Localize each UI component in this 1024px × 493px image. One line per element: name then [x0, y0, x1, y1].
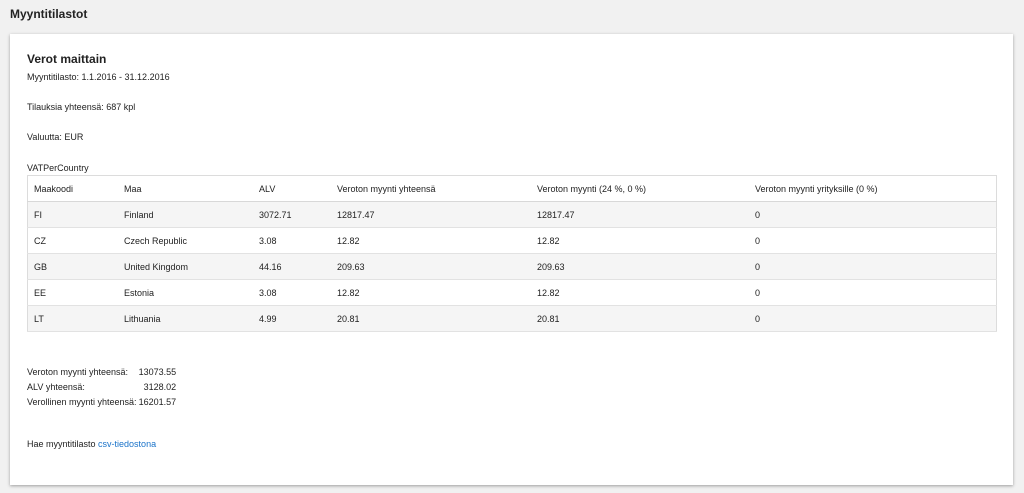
total-gross-sales-row: Verollinen myynti yhteensä: 16201.57: [27, 394, 176, 409]
total-vat-label: ALV yhteensä:: [27, 381, 85, 392]
cell-net-sales-rates: 12.82: [531, 279, 749, 306]
csv-download-line: Hae myyntitilasto csv-tiedostona: [27, 439, 156, 449]
cell-net-sales-business: 0: [749, 305, 997, 332]
cell-net-sales-business: 0: [749, 201, 997, 228]
report-title: Verot maittain: [27, 52, 107, 66]
cell-net-sales-total: 12.82: [331, 279, 531, 306]
cell-country-code: LT: [27, 305, 118, 332]
cell-net-sales-rates: 12.82: [531, 227, 749, 254]
column-header-net-sales-rates: Veroton myynti (24 %, 0 %): [531, 175, 749, 202]
csv-download-link[interactable]: csv-tiedostona: [98, 439, 156, 449]
order-count: Tilauksia yhteensä: 687 kpl: [27, 102, 136, 112]
cell-vat: 3.08: [253, 279, 331, 306]
cell-country-code: CZ: [27, 227, 118, 254]
cell-net-sales-business: 0: [749, 253, 997, 280]
cell-country: United Kingdom: [118, 253, 253, 280]
table-row: CZ Czech Republic 3.08 12.82 12.82 0: [27, 227, 997, 254]
vat-per-country-table: Maakoodi Maa ALV Veroton myynti yhteensä…: [27, 175, 997, 332]
table-row: LT Lithuania 4.99 20.81 20.81 0: [27, 305, 997, 332]
cell-net-sales-total: 12.82: [331, 227, 531, 254]
cell-net-sales-total: 12817.47: [331, 201, 531, 228]
cell-net-sales-rates: 20.81: [531, 305, 749, 332]
total-gross-sales-value: 16201.57: [138, 396, 177, 407]
cell-vat: 44.16: [253, 253, 331, 280]
cell-net-sales-total: 20.81: [331, 305, 531, 332]
total-gross-sales-label: Verollinen myynti yhteensä:: [27, 396, 137, 407]
totals-summary: Veroton myynti yhteensä: 13073.55 ALV yh…: [27, 364, 176, 409]
cell-vat: 3072.71: [253, 201, 331, 228]
csv-download-text: Hae myyntitilasto: [27, 439, 96, 449]
column-header-vat: ALV: [253, 175, 331, 202]
total-net-sales-label: Veroton myynti yhteensä:: [27, 366, 129, 377]
column-header-country-code: Maakoodi: [27, 175, 118, 202]
cell-country: Finland: [118, 201, 253, 228]
total-vat-value: 3128.02: [143, 381, 177, 392]
total-net-sales-row: Veroton myynti yhteensä: 13073.55: [27, 364, 176, 379]
table-row: EE Estonia 3.08 12.82 12.82 0: [27, 279, 997, 306]
cell-country-code: FI: [27, 201, 118, 228]
column-header-net-sales-business: Veroton myynti yrityksille (0 %): [749, 175, 997, 202]
page-header: Myyntitilastot: [0, 0, 1024, 28]
cell-country: Czech Republic: [118, 227, 253, 254]
table-caption: VATPerCountry: [27, 163, 89, 173]
cell-country: Estonia: [118, 279, 253, 306]
table-row: FI Finland 3072.71 12817.47 12817.47 0: [27, 201, 997, 228]
total-vat-row: ALV yhteensä: 3128.02: [27, 379, 176, 394]
cell-net-sales-total: 209.63: [331, 253, 531, 280]
total-net-sales-value: 13073.55: [138, 366, 177, 377]
table-header-row: Maakoodi Maa ALV Veroton myynti yhteensä…: [27, 175, 997, 202]
page-title: Myyntitilastot: [10, 7, 88, 21]
table-row: GB United Kingdom 44.16 209.63 209.63 0: [27, 253, 997, 280]
currency-label: Valuutta: EUR: [27, 132, 84, 142]
cell-net-sales-rates: 12817.47: [531, 201, 749, 228]
cell-vat: 3.08: [253, 227, 331, 254]
column-header-country: Maa: [118, 175, 253, 202]
report-period: Myyntitilasto: 1.1.2016 - 31.12.2016: [27, 72, 170, 82]
report-panel: Verot maittain Myyntitilasto: 1.1.2016 -…: [10, 34, 1013, 485]
cell-net-sales-business: 0: [749, 227, 997, 254]
cell-net-sales-business: 0: [749, 279, 997, 306]
cell-country: Lithuania: [118, 305, 253, 332]
cell-country-code: GB: [27, 253, 118, 280]
cell-vat: 4.99: [253, 305, 331, 332]
column-header-net-sales-total: Veroton myynti yhteensä: [331, 175, 531, 202]
cell-country-code: EE: [27, 279, 118, 306]
cell-net-sales-rates: 209.63: [531, 253, 749, 280]
